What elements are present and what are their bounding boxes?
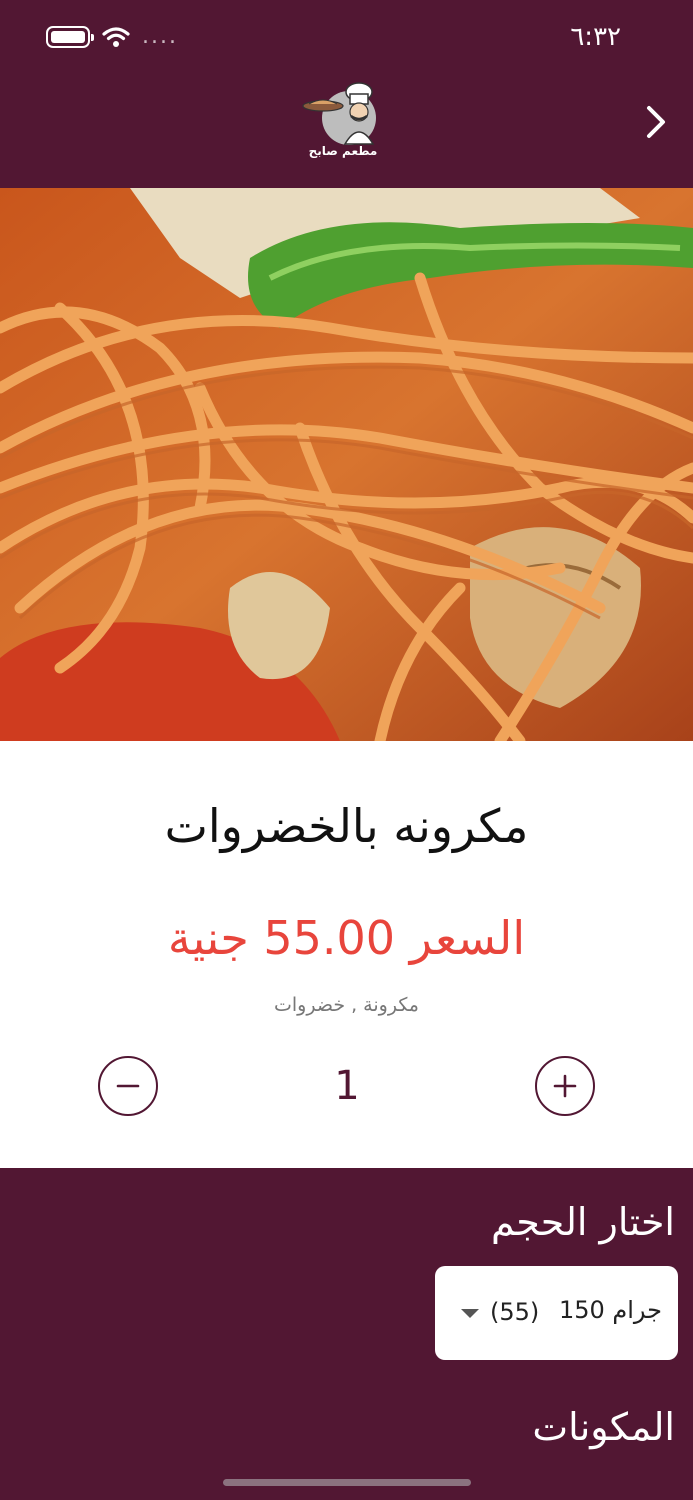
increase-quantity-button[interactable]	[535, 1056, 595, 1116]
dish-details: مكرونه بالخضروات السعر 55.00 جنية مكرونة…	[0, 741, 693, 1168]
restaurant-name: مطعم صابح	[308, 144, 378, 158]
chevron-right-icon	[647, 106, 665, 138]
dish-price: السعر 55.00 جنية	[167, 911, 526, 965]
dish-name: مكرونه بالخضروات	[164, 799, 529, 853]
quantity-value: 1	[334, 1063, 360, 1109]
dish-ingredients: مكرونة , خضروات	[274, 994, 419, 1016]
top-bar: .... ٦:٣٢ مطعم صابح	[0, 0, 693, 188]
decrease-quantity-button[interactable]	[98, 1056, 158, 1116]
size-option-label: 150 جرام	[558, 1296, 662, 1324]
size-section-title: اختار الحجم	[490, 1200, 675, 1244]
status-icons: ....	[46, 26, 178, 48]
wifi-icon	[102, 27, 130, 47]
back-button[interactable]	[641, 100, 671, 144]
caret-down-icon	[461, 1309, 479, 1318]
plus-icon	[553, 1074, 577, 1098]
minus-icon	[116, 1084, 140, 1088]
dish-image	[0, 188, 693, 741]
home-indicator[interactable]	[223, 1479, 471, 1486]
battery-icon	[46, 26, 94, 48]
chef-logo-icon	[302, 82, 376, 145]
signal-icon: ....	[142, 24, 178, 49]
addons-section-title: المكونات	[532, 1405, 675, 1449]
size-dropdown[interactable]: 150 جرام (55)	[435, 1266, 678, 1360]
status-time: ٦:٣٢	[570, 22, 621, 52]
restaurant-logo: مطعم صابح	[298, 82, 388, 164]
size-option-price: (55)	[490, 1298, 540, 1326]
